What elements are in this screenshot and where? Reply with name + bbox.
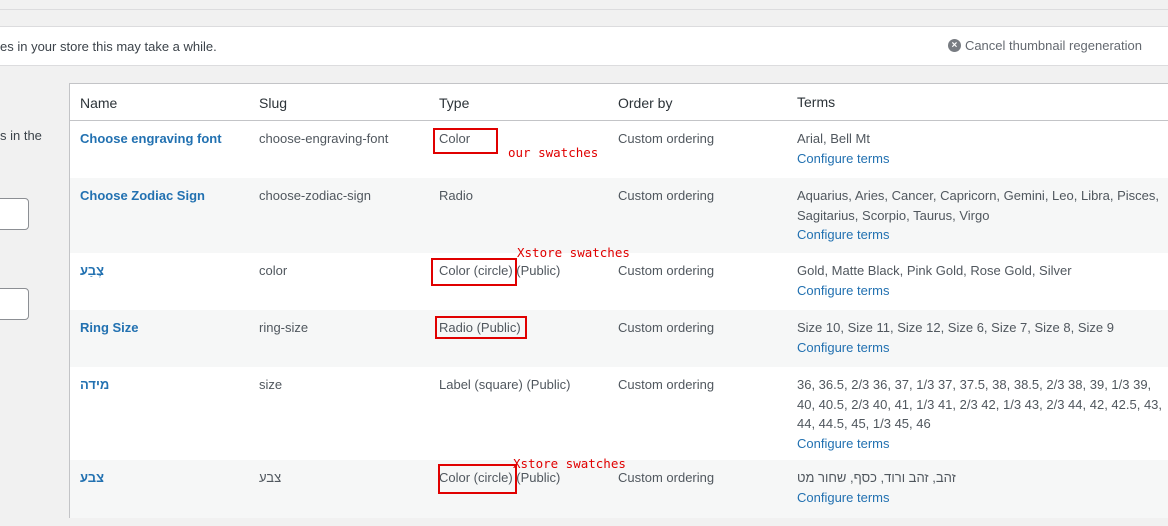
terms-text: Arial, Bell Mt	[797, 131, 870, 146]
cancel-regeneration-link[interactable]: × Cancel thumbnail regeneration	[947, 38, 1142, 53]
attribute-name-link[interactable]: צֶבַע	[80, 261, 250, 281]
terms-text: 36, 36.5, 2/3 36, 37, 1/3 37, 37.5, 38, …	[797, 377, 1163, 431]
attribute-order-by: Custom ordering	[618, 320, 715, 335]
attribute-order-by: Custom ordering	[618, 470, 715, 485]
table-header-row: Name Slug Type Order by Terms	[70, 84, 1168, 121]
attribute-terms: Arial, Bell Mt Configure terms	[797, 129, 1167, 168]
attribute-slug: choose-zodiac-sign	[259, 188, 372, 203]
attribute-terms: Size 10, Size 11, Size 12, Size 6, Size …	[797, 318, 1167, 357]
attribute-slug: choose-engraving-font	[259, 131, 389, 146]
table-row: Choose engraving font choose-engraving-f…	[70, 121, 1168, 178]
attribute-terms: Aquarius, Aries, Cancer, Capricorn, Gemi…	[797, 186, 1167, 245]
attribute-order-by: Custom ordering	[618, 377, 715, 392]
configure-terms-link[interactable]: Configure terms	[797, 281, 1167, 301]
terms-text: Gold, Matte Black, Pink Gold, Rose Gold,…	[797, 263, 1072, 278]
configure-terms-link[interactable]: Configure terms	[797, 149, 1167, 169]
terms-text: זהב, זהב ורוד, כסף, שחור מט	[797, 470, 956, 485]
attribute-terms: Gold, Matte Black, Pink Gold, Rose Gold,…	[797, 261, 1167, 300]
configure-terms-link[interactable]: Configure terms	[797, 488, 1167, 508]
attribute-slug: color	[259, 263, 288, 278]
attribute-slug: size	[259, 377, 283, 392]
attribute-name-link[interactable]: Choose engraving font	[80, 129, 250, 149]
cancel-regeneration-label: Cancel thumbnail regeneration	[964, 38, 1142, 53]
annotation-box-color-circle-1	[431, 258, 517, 286]
attribute-order-by: Custom ordering	[618, 188, 715, 203]
header-slug[interactable]: Slug	[259, 95, 434, 111]
attribute-order-by: Custom ordering	[618, 131, 715, 146]
top-strip	[0, 0, 1168, 10]
configure-terms-link[interactable]: Configure terms	[797, 434, 1167, 454]
annotation-box-color-circle-2	[438, 464, 517, 494]
attribute-name-link[interactable]: צבע	[80, 468, 250, 488]
attribute-name-link[interactable]: מידה	[80, 375, 250, 395]
regeneration-notice: es in your store this may take a while. …	[0, 26, 1168, 66]
terms-text: Aquarius, Aries, Cancer, Capricorn, Gemi…	[797, 188, 1159, 223]
terms-text: Size 10, Size 11, Size 12, Size 6, Size …	[797, 320, 1114, 335]
table-row: צֶבַע color Color (circle) (Public) Cust…	[70, 253, 1168, 310]
header-terms[interactable]: Terms	[797, 93, 1167, 113]
left-input-2[interactable]	[0, 288, 29, 320]
annotation-our-swatches: our swatches	[508, 145, 599, 160]
close-circle-icon: ×	[947, 39, 961, 52]
annotation-xstore-swatches-1: Xstore swatches	[517, 245, 630, 260]
configure-terms-link[interactable]: Configure terms	[797, 225, 1167, 245]
header-order-by[interactable]: Order by	[618, 95, 793, 111]
table-row: Choose Zodiac Sign choose-zodiac-sign Ra…	[70, 178, 1168, 253]
attribute-terms: 36, 36.5, 2/3 36, 37, 1/3 37, 37.5, 38, …	[797, 375, 1167, 453]
header-type[interactable]: Type	[439, 95, 614, 111]
annotation-box-color	[433, 128, 498, 154]
attribute-name-link[interactable]: Choose Zodiac Sign	[80, 186, 250, 206]
table-row: Ring Size ring-size Radio (Public) Custo…	[70, 310, 1168, 367]
annotation-xstore-swatches-2: Xstore swatches	[513, 456, 626, 471]
attribute-type: Radio	[439, 188, 473, 203]
left-panel-hint: s in the	[0, 128, 42, 143]
attributes-table: Name Slug Type Order by Terms Choose eng…	[69, 83, 1168, 518]
attribute-order-by: Custom ordering	[618, 263, 715, 278]
attribute-type: Label (square) (Public)	[439, 377, 571, 392]
notice-text: es in your store this may take a while.	[0, 39, 217, 54]
header-name[interactable]: Name	[80, 95, 250, 111]
configure-terms-link[interactable]: Configure terms	[797, 338, 1167, 358]
attribute-slug: ring-size	[259, 320, 309, 335]
attribute-slug: צבע	[259, 470, 282, 485]
left-input-1[interactable]	[0, 198, 29, 230]
attribute-name-link[interactable]: Ring Size	[80, 318, 250, 338]
attribute-terms: זהב, זהב ורוד, כסף, שחור מט Configure te…	[797, 468, 1167, 507]
table-row: מידה size Label (square) (Public) Custom…	[70, 367, 1168, 460]
annotation-box-radio-public	[435, 316, 527, 339]
